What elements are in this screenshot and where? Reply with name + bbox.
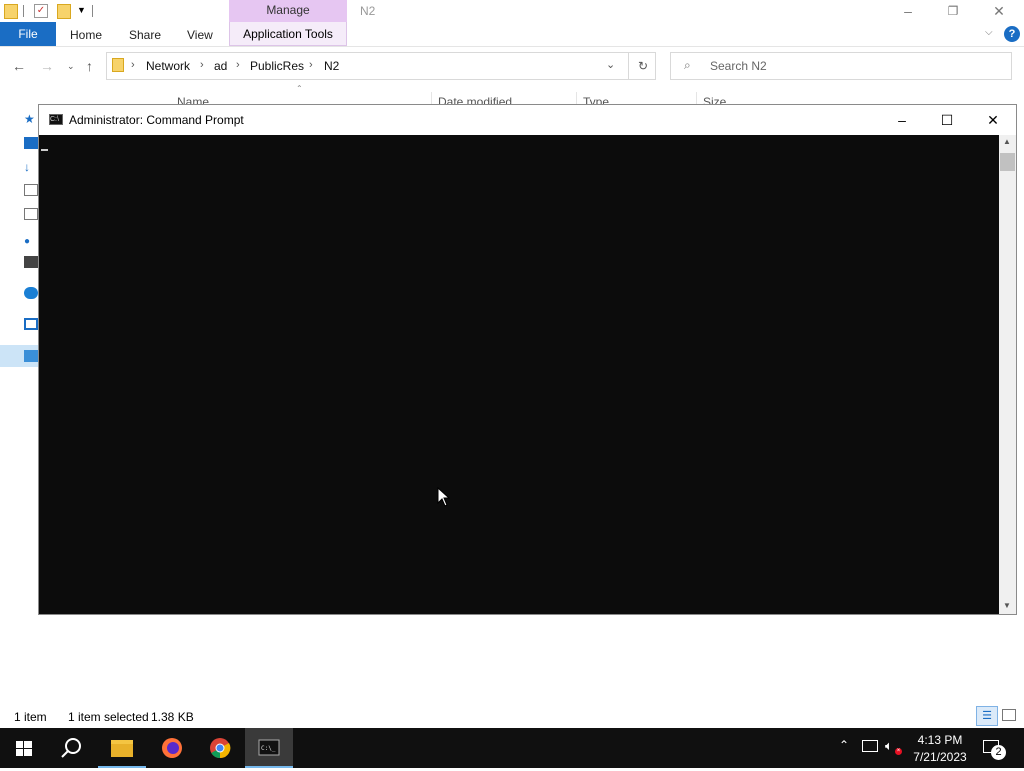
breadcrumb-network[interactable]: Network	[146, 59, 190, 73]
status-item-count: 1 item	[14, 710, 47, 724]
large-icons-view-icon[interactable]	[1002, 709, 1016, 721]
notification-count-badge: 2	[991, 745, 1006, 760]
onedrive-icon[interactable]	[24, 287, 38, 299]
cmd-title-bar[interactable]: C:\ Administrator: Command Prompt – ☐ ✕	[39, 105, 1016, 135]
music-icon[interactable]: ●	[24, 236, 38, 248]
breadcrumb-publicres[interactable]: PublicRes	[250, 59, 304, 73]
vertical-scrollbar[interactable]: ▲ ▼	[999, 135, 1016, 614]
this-pc-icon[interactable]	[24, 318, 38, 330]
desktop-icon[interactable]	[24, 137, 38, 149]
firefox-taskbar-button[interactable]	[148, 728, 196, 768]
network-status-icon[interactable]	[862, 740, 878, 752]
help-icon[interactable]: ?	[1004, 26, 1020, 42]
forward-button[interactable]: →	[40, 58, 54, 74]
new-folder-icon[interactable]	[57, 4, 71, 19]
mouse-pointer-icon	[437, 487, 451, 507]
recent-locations-icon[interactable]: ⌄	[67, 61, 75, 72]
back-button[interactable]: ←	[12, 58, 26, 74]
firefox-icon	[162, 738, 182, 758]
text-cursor	[41, 149, 48, 151]
cmd-close-button[interactable]: ✕	[970, 105, 1016, 135]
chrome-taskbar-button[interactable]	[196, 728, 244, 768]
search-button[interactable]	[48, 728, 96, 768]
cmd-maximize-button[interactable]: ☐	[924, 105, 970, 135]
tab-home[interactable]: Home	[70, 28, 102, 42]
chevron-right-icon: ›	[131, 59, 135, 71]
divider	[23, 5, 24, 17]
sort-ascending-icon: ⌃	[296, 84, 303, 93]
svg-text:C:\_: C:\_	[261, 745, 276, 752]
folder-icon	[4, 4, 18, 19]
scroll-thumb[interactable]	[1000, 153, 1015, 171]
scroll-down-icon[interactable]: ▼	[1003, 601, 1011, 610]
address-dropdown-icon[interactable]: ⌄	[606, 58, 615, 71]
chevron-right-icon: ›	[309, 59, 313, 71]
muted-badge-icon: ×	[895, 748, 902, 755]
search-placeholder: Search N2	[710, 59, 767, 73]
minimize-button[interactable]: –	[885, 0, 931, 22]
chevron-right-icon: ›	[200, 59, 204, 71]
file-explorer-icon	[111, 740, 133, 757]
restore-button[interactable]: ❐	[930, 0, 976, 22]
search-icon	[61, 738, 81, 758]
breadcrumb-n2[interactable]: N2	[324, 59, 339, 73]
tab-share[interactable]: Share	[129, 28, 161, 42]
cmd-app-icon[interactable]: C:\	[49, 114, 63, 125]
tab-file[interactable]: File	[0, 22, 56, 46]
up-button[interactable]: ↑	[86, 58, 93, 74]
start-icon	[16, 741, 32, 756]
tab-application-tools[interactable]: Application Tools	[229, 22, 347, 46]
network-icon	[24, 350, 38, 362]
chrome-icon	[210, 738, 231, 759]
documents-icon[interactable]	[24, 184, 38, 196]
pictures-icon[interactable]	[24, 208, 38, 220]
customize-quick-access-icon[interactable]: ▼	[77, 5, 86, 15]
command-prompt-taskbar-button[interactable]: C:\_	[245, 728, 293, 768]
command-prompt-icon: C:\_	[258, 739, 280, 756]
quick-access-icon[interactable]: ★	[24, 112, 38, 126]
command-prompt-window[interactable]: C:\ Administrator: Command Prompt – ☐ ✕ …	[38, 104, 1017, 615]
start-button[interactable]	[0, 728, 48, 768]
console-area[interactable]	[39, 135, 999, 614]
properties-icon[interactable]: ✓	[34, 4, 48, 18]
cmd-minimize-button[interactable]: –	[879, 105, 925, 135]
tab-manage[interactable]: Manage	[229, 0, 347, 22]
clock[interactable]: 4:13 PM 7/21/2023	[913, 732, 967, 766]
cmd-title: Administrator: Command Prompt	[69, 113, 244, 127]
expand-ribbon-icon[interactable]: ⌵	[985, 27, 993, 38]
refresh-icon[interactable]: ↻	[628, 52, 657, 80]
downloads-icon[interactable]: ↓	[24, 160, 38, 174]
details-view-icon[interactable]: ☰	[976, 706, 998, 726]
videos-icon[interactable]	[24, 256, 38, 268]
window-title: N2	[360, 4, 376, 18]
tab-view[interactable]: View	[187, 28, 213, 42]
scroll-up-icon[interactable]: ▲	[1003, 137, 1011, 146]
search-icon: ⌕	[684, 58, 691, 72]
status-size: 1.38 KB	[151, 710, 194, 724]
chevron-right-icon: ›	[236, 59, 240, 71]
show-hidden-icons-icon[interactable]: ⌃	[839, 738, 849, 752]
explorer-title-bar	[0, 0, 1024, 22]
close-button[interactable]: ✕	[976, 0, 1022, 22]
volume-muted-icon[interactable]: 🔈︎	[885, 738, 893, 754]
breadcrumb-ad[interactable]: ad	[214, 59, 227, 73]
divider	[92, 5, 93, 17]
status-selected: 1 item selected	[68, 710, 149, 724]
file-explorer-taskbar-button[interactable]	[98, 728, 146, 768]
clock-date: 7/21/2023	[913, 750, 967, 764]
clock-time: 4:13 PM	[917, 733, 963, 747]
folder-icon	[112, 58, 124, 72]
